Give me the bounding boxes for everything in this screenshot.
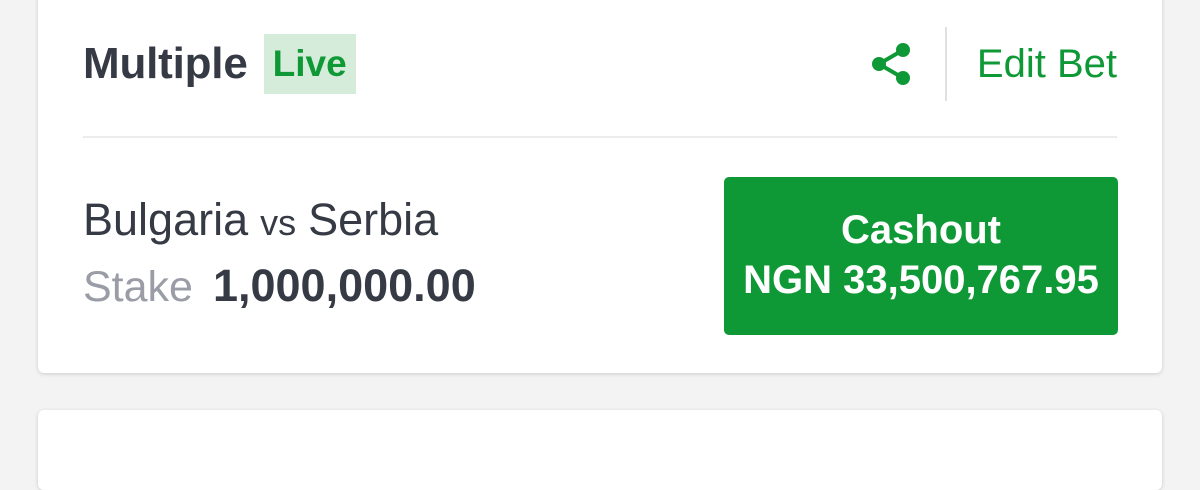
stake-value: 1,000,000.00	[212, 260, 476, 311]
vs-label: vs	[260, 202, 297, 243]
match-teams: Bulgaria vs Serbia	[83, 194, 438, 246]
edit-bet-button[interactable]: Edit Bet	[977, 42, 1117, 87]
stake-label: Stake	[83, 263, 193, 311]
cashout-button[interactable]: Cashout NGN 33,500,767.95	[724, 177, 1118, 335]
cashout-amount: NGN 33,500,767.95	[743, 258, 1099, 302]
share-icon[interactable]	[867, 40, 945, 88]
away-team: Serbia	[308, 194, 439, 245]
home-team: Bulgaria	[83, 194, 249, 245]
section-divider	[83, 136, 1117, 138]
header-divider	[944, 27, 947, 101]
bet-header: Multiple Live Edit Bet	[83, 27, 1117, 101]
next-bet-card	[38, 410, 1162, 490]
stake-row: Stake 1,000,000.00	[83, 260, 476, 312]
bet-card: Multiple Live Edit Bet Bulgaria vs Serbia …	[38, 0, 1162, 373]
bet-type-title: Multiple	[83, 39, 248, 88]
cashout-label: Cashout	[841, 208, 1001, 252]
live-status-badge: Live	[263, 34, 356, 94]
